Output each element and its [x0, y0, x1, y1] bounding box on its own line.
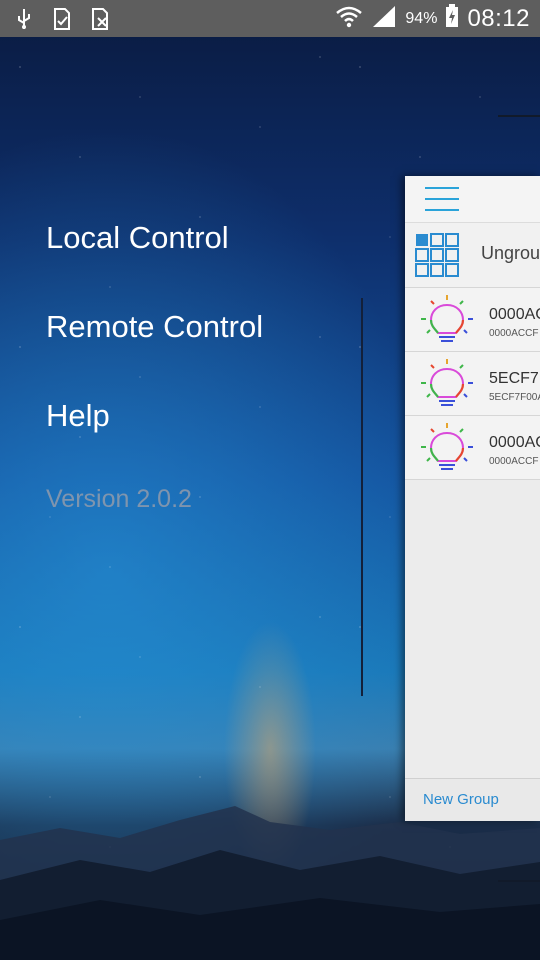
clock: 08:12 [467, 4, 530, 32]
battery-charging-icon [445, 4, 459, 33]
menu-item-local-control[interactable]: Local Control [46, 210, 263, 299]
device-name: 5ECF7F [489, 370, 540, 387]
bulb-icon [421, 359, 473, 406]
app-toolbar [405, 176, 540, 223]
wifi-icon [335, 4, 363, 33]
hamburger-menu-icon[interactable] [425, 187, 459, 211]
edge-line [498, 880, 540, 882]
bulb-icon [421, 295, 473, 342]
bulb-icon [421, 423, 473, 470]
edge-line [498, 115, 540, 117]
sim-check-icon [52, 7, 72, 30]
version-text: Version 2.0.2 [46, 485, 192, 513]
device-id: 0000ACCF [489, 456, 539, 467]
battery-percent: 94% [405, 9, 438, 27]
drawer-divider [361, 298, 363, 696]
signal-icon [371, 4, 397, 33]
device-row[interactable]: 0000AC 0000ACCF [405, 288, 540, 352]
device-row[interactable]: 5ECF7F 5ECF7F00A [405, 352, 540, 416]
device-name: 0000AC [489, 306, 540, 323]
device-id: 5ECF7F00A [489, 392, 540, 403]
device-row[interactable]: 0000AC 0000ACCF [405, 416, 540, 480]
sim-disabled-icon [90, 7, 110, 30]
group-header[interactable]: Ungroup [405, 223, 540, 288]
group-name: Ungroup [481, 243, 540, 263]
panel-footer: New Group [405, 778, 540, 821]
menu-item-remote-control[interactable]: Remote Control [46, 299, 263, 388]
drawer-menu: Local Control Remote Control Help Versio… [46, 210, 263, 514]
grid-icon [415, 233, 459, 277]
mountain-silhouette [0, 806, 540, 960]
main-content-panel[interactable]: Ungroup 0000AC 0000ACCF [405, 176, 540, 821]
new-group-button[interactable]: New Group [423, 791, 499, 808]
device-name: 0000AC [489, 434, 540, 451]
menu-item-help[interactable]: Help [46, 388, 263, 477]
device-id: 0000ACCF [489, 328, 539, 339]
status-bar: 94% 08:12 [0, 0, 540, 37]
usb-icon [14, 8, 34, 30]
